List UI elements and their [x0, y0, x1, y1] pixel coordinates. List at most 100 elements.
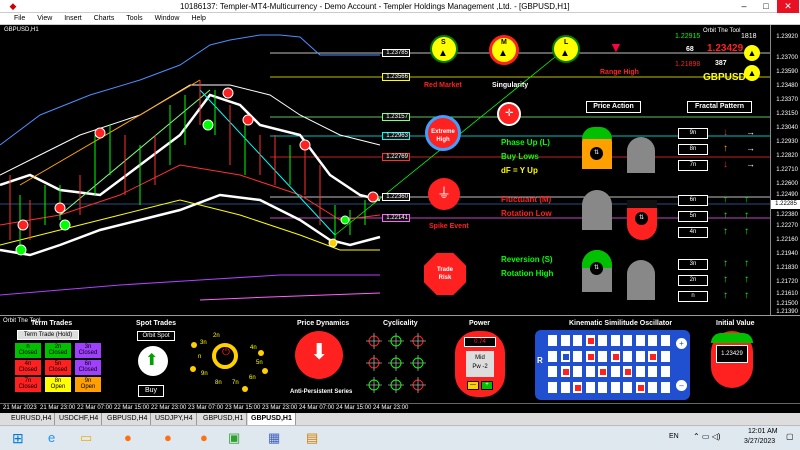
time-tick: 24 Mar 23:00 [373, 405, 409, 411]
reversion-label: Reversion (S) [501, 255, 553, 264]
firefox-icon[interactable]: ● [124, 430, 132, 445]
tab-usdjpy-h4[interactable]: USDJPY,H4 [152, 413, 197, 425]
menu-view[interactable]: View [32, 13, 57, 25]
up-arrow-icon: ↑ [744, 210, 749, 221]
m-signal-ball[interactable]: M ▲ [489, 35, 519, 65]
explorer-folder-icon[interactable]: ▭ [80, 430, 92, 446]
price-chart[interactable]: GBPUSD,H1 1.23785 1.23566 1.23157 1.2296… [0, 25, 770, 315]
fractal-row-8n[interactable]: 8n [678, 144, 708, 155]
price-action-header[interactable]: Price Action [586, 101, 641, 113]
fractal-row-6n[interactable]: 6n [678, 195, 708, 206]
up-arrow-icon: ↑ [723, 143, 728, 154]
buy-button[interactable]: Buy [138, 385, 164, 397]
up-arrow-icon: ↑ [723, 258, 728, 269]
up-arrow-icon: ↑ [723, 226, 728, 237]
fractal-row-9n[interactable]: 9n [678, 128, 708, 139]
tab-gbpusd-h1[interactable]: GBPUSD,H1 [200, 413, 248, 425]
term-trade-cell[interactable]: n Closed [15, 343, 41, 358]
menu-charts[interactable]: Charts [89, 13, 120, 25]
start-windows-icon[interactable]: ⊞ [12, 430, 24, 447]
kso-plus-button[interactable]: + [676, 338, 687, 349]
price-tick: 1.22930 [776, 139, 798, 145]
close-button[interactable]: ✕ [777, 0, 799, 13]
menu-insert[interactable]: Insert [59, 13, 87, 25]
tab-eurusd-h4[interactable]: EURUSD,H4 [8, 413, 56, 425]
chart-tabs: EURUSD,H4 USDCHF,H4 GBPUSD,H4 USDJPY,H4 … [0, 413, 800, 425]
menu-help[interactable]: Help [186, 13, 210, 25]
tab-gbpusd-h4[interactable]: GBPUSD,H4 [104, 413, 152, 425]
orbit-spot-button[interactable]: Orbit Spot [137, 331, 175, 341]
fractal-row-7n[interactable]: 7n [678, 160, 708, 171]
maximize-button[interactable]: □ [755, 0, 777, 13]
kso-minus-button[interactable]: – [676, 380, 687, 391]
price-tick: 1.23700 [776, 55, 798, 61]
kso-cell [572, 334, 583, 347]
price-axis: 1.23920 1.23700 1.23590 1.23480 1.23370 … [770, 25, 800, 315]
s-signal-ball[interactable]: S ▲ [430, 35, 458, 63]
level-label: 1.22360 [382, 193, 410, 201]
fractal-pattern-header[interactable]: Fractal Pattern [687, 101, 752, 113]
app-icon: ◆ [9, 1, 17, 11]
orbit-value-5: 1.21898 [675, 61, 701, 68]
power-dial-icon: ⏻ [212, 343, 238, 369]
term-trade-cell[interactable]: 3n Closed [75, 343, 101, 358]
edge-icon[interactable]: e [48, 430, 55, 445]
term-trade-cell[interactable]: 5n Closed [45, 360, 71, 375]
menu-file[interactable]: File [0, 13, 30, 25]
kso-cell [572, 365, 583, 378]
term-trade-cell[interactable]: 2n Closed [45, 343, 71, 358]
tray-icons[interactable]: ⌃ ▭ ◁) [693, 432, 721, 441]
clock-time[interactable]: 12:01 AM [748, 428, 778, 435]
time-tick: 23 Mar 07:00 [188, 405, 224, 411]
term-trade-cell[interactable]: 7n Closed [15, 377, 41, 392]
phase-up-label: Phase Up (L) [501, 138, 550, 147]
kso-cell [609, 349, 621, 363]
metatrader-icon[interactable]: ▣ [228, 430, 240, 446]
language-indicator[interactable]: EN [669, 433, 679, 440]
kso-cell [547, 380, 558, 394]
up-arrow-icon: ↑ [723, 274, 728, 285]
tab-gbpusd-h1-active[interactable]: GBPUSD,H1 [248, 413, 296, 425]
power-plus-button[interactable]: + [481, 381, 493, 390]
up-arrow-icon: ↑ [744, 290, 749, 301]
price-tick: 1.21500 [776, 301, 798, 307]
term-trade-cell[interactable]: 9n Open [75, 377, 101, 392]
clock-date[interactable]: 3/27/2023 [744, 438, 775, 445]
price-tick: 1.23150 [776, 111, 798, 117]
extreme-high-badge: Extreme High [425, 115, 461, 151]
app-icon[interactable]: ▦ [268, 430, 280, 446]
menu-window[interactable]: Window [150, 13, 185, 25]
price-tick: 1.23370 [776, 97, 798, 103]
menu-tools[interactable]: Tools [121, 13, 147, 25]
term-trades-grid: n Closed 4n Closed 7n Closed 2n Closed 5n Cl… [15, 343, 105, 397]
l-signal-ball[interactable]: L ▲ [552, 35, 580, 63]
firefox-icon[interactable]: ● [200, 430, 208, 445]
minimize-button[interactable]: – [733, 0, 755, 13]
tab-usdchf-h4[interactable]: USDCHF,H4 [56, 413, 103, 425]
fractal-row-2n[interactable]: 2n [678, 275, 708, 286]
price-tick: 1.22490 [776, 192, 798, 198]
price-tick: 1.22710 [776, 167, 798, 173]
window-title-bar: 10186137: Templer-MT4-Multicurrency - De… [0, 0, 800, 13]
orbit-value-3: 68 [686, 46, 694, 53]
fractal-row-n[interactable]: n [678, 291, 708, 302]
term-trade-cell[interactable]: 8n Open [45, 377, 71, 392]
buy-lows-label: Buy Lows [501, 152, 539, 161]
term-trade-hold-button[interactable]: Term Trade (Hold) [17, 330, 79, 340]
power-minus-button[interactable]: — [467, 381, 479, 390]
notification-icon[interactable]: ▢ [786, 432, 794, 441]
app-icon[interactable]: ▤ [306, 430, 318, 446]
term-trade-cell[interactable]: 4n Closed [15, 360, 41, 375]
price-action-block: ⇅ [582, 250, 612, 292]
term-trade-cell[interactable]: 6n Closed [75, 360, 101, 375]
firefox-icon[interactable]: ● [164, 430, 172, 445]
level-label: 1.22141 [382, 214, 410, 222]
time-tick: 21 Mar 2023 [3, 405, 37, 411]
fractal-row-5n[interactable]: 5n [678, 211, 708, 222]
fractal-row-3n[interactable]: 3n [678, 259, 708, 270]
anti-persistent-label: Anti-Persistent Series [290, 389, 353, 395]
price-tick: 1.22380 [776, 212, 798, 218]
fractal-row-4n[interactable]: 4n [678, 227, 708, 238]
kso-cell [609, 380, 621, 394]
kso-cell [622, 365, 633, 378]
